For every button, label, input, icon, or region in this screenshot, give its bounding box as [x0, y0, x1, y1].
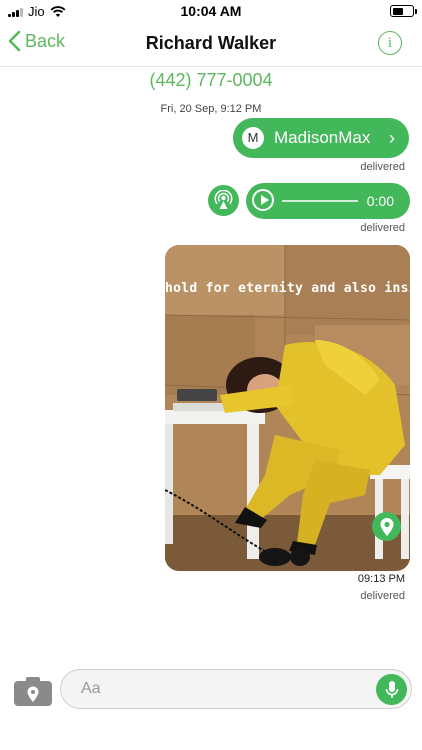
message-time: 09:13 PM [357, 573, 405, 585]
photo-caption: hold for eternity and also inside [165, 281, 410, 296]
phone-number-link[interactable]: (442) 777-0004 [0, 70, 422, 91]
microphone-icon [385, 680, 398, 698]
camera-location-button[interactable] [13, 675, 53, 707]
info-icon: i [387, 35, 393, 51]
chevron-right-icon: › [389, 127, 395, 148]
message-compose-field [60, 669, 412, 709]
battery-icon [390, 5, 417, 17]
audio-progress-slider[interactable] [282, 200, 358, 202]
nav-bar: Back Richard Walker i [0, 22, 422, 67]
photo-message[interactable]: hold for eternity and also inside [165, 245, 410, 571]
contact-card-bubble[interactable]: M MadisonMax › [233, 118, 409, 158]
avatar: M [242, 127, 264, 149]
delivery-status: delivered [360, 222, 405, 234]
live-broadcast-icon [208, 185, 239, 216]
date-stamp: Fri, 20 Sep, 9:12 PM [160, 103, 262, 115]
camera-location-icon [14, 677, 52, 706]
play-button[interactable] [252, 189, 274, 211]
page-title: Richard Walker [145, 33, 277, 53]
info-button[interactable]: i [378, 31, 402, 55]
location-pin-icon[interactable] [372, 512, 401, 541]
chat-screen: Jio 10:04 AM Back Richard Walker i (442)… [0, 0, 422, 750]
delivery-status: delivered [360, 590, 405, 602]
mic-button[interactable] [376, 674, 407, 705]
status-time: 10:04 AM [180, 3, 242, 19]
contact-name: MadisonMax [274, 128, 371, 147]
message-input[interactable] [79, 679, 343, 699]
audio-message-bubble: 0:00 [246, 183, 410, 219]
status-bar: Jio 10:04 AM [0, 0, 422, 22]
audio-duration: 0:00 [366, 193, 394, 209]
play-icon [261, 195, 269, 205]
delivery-status: delivered [360, 161, 405, 173]
